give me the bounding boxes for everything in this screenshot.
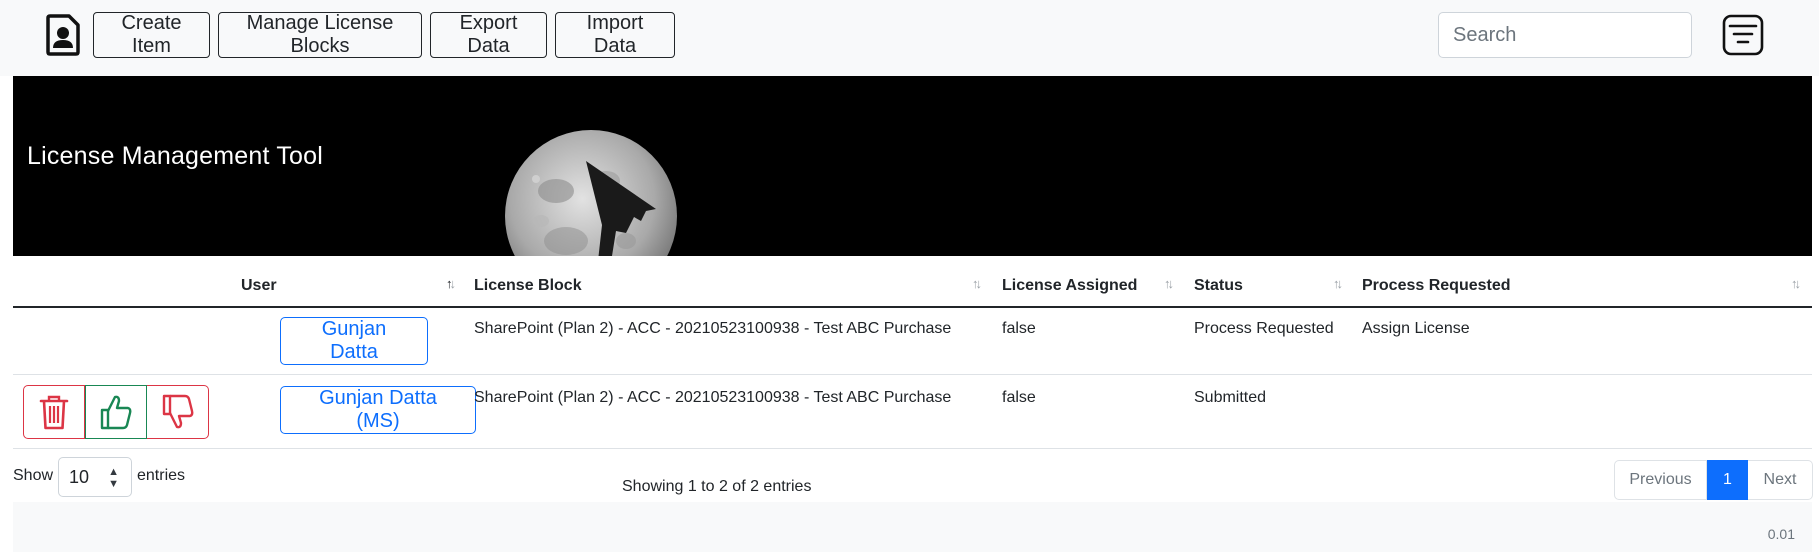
page-footer: 0.01 [13,502,1812,552]
row-action-group [23,385,209,439]
approve-button[interactable] [85,385,147,439]
create-item-button[interactable]: Create Item [93,12,210,58]
header-divider [13,306,1812,308]
thumbs-down-icon [162,394,193,429]
trash-icon [39,395,69,430]
column-header-status[interactable]: Status [1194,266,1243,306]
select-arrows-icon: ▲ ▼ [108,466,119,490]
version-label: 0.01 [1767,526,1795,542]
page-length-select[interactable]: 10 ▲ ▼ [58,457,132,497]
user-button[interactable]: Gunjan Datta (MS) [280,386,476,434]
column-header-process-requested[interactable]: Process Requested [1362,266,1511,306]
column-header-license-block[interactable]: License Block [474,266,582,306]
user-document-icon[interactable] [46,14,80,56]
column-header-license-assigned[interactable]: License Assigned [1002,266,1137,306]
import-data-button[interactable]: Import Data [555,12,675,58]
sort-icon[interactable]: ↑↓ [1164,276,1174,291]
sort-icon[interactable]: ↑↓ [972,276,982,291]
table-info: Showing 1 to 2 of 2 entries [622,478,812,495]
previous-page-button[interactable]: Previous [1614,460,1707,500]
user-button[interactable]: Gunjan Datta [280,317,428,365]
sort-icon[interactable]: ↑↓ [1333,276,1343,291]
page-length-value: 10 [69,467,90,487]
header-banner: License Management Tool [13,76,1812,256]
reject-button[interactable] [147,385,209,439]
delete-button[interactable] [23,385,85,439]
export-data-button[interactable]: Export Data [430,12,547,58]
page-1-button[interactable]: 1 [1707,460,1748,500]
entries-label: entries [137,467,186,484]
process-requested-cell: Assign License [1362,320,1470,337]
license-assigned-cell: false [1002,320,1036,337]
banner-title: License Management Tool [27,142,323,170]
moon-bomber-image [505,130,677,256]
manage-license-blocks-button[interactable]: Manage License Blocks [218,12,422,58]
filter-lines-icon[interactable] [1722,14,1764,56]
top-navbar: Create Item Manage License Blocks Export… [0,0,1819,76]
sort-ascending-icon[interactable]: ↑↓ [446,276,456,291]
status-cell: Process Requested [1194,320,1334,337]
row-divider [13,448,1812,449]
next-page-button[interactable]: Next [1748,460,1813,500]
search-input[interactable] [1438,12,1692,58]
status-cell: Submitted [1194,389,1267,406]
sort-icon[interactable]: ↑↓ [1791,276,1801,291]
thumbs-up-icon [100,395,132,430]
show-label: Show [13,467,54,484]
license-block-cell: SharePoint (Plan 2) - ACC - 202105231009… [474,320,952,337]
column-header-user[interactable]: User [241,266,277,306]
license-block-cell: SharePoint (Plan 2) - ACC - 202105231009… [474,389,952,406]
row-divider [13,374,1812,375]
license-assigned-cell: false [1002,389,1036,406]
pagination: Previous 1 Next [1614,460,1813,500]
